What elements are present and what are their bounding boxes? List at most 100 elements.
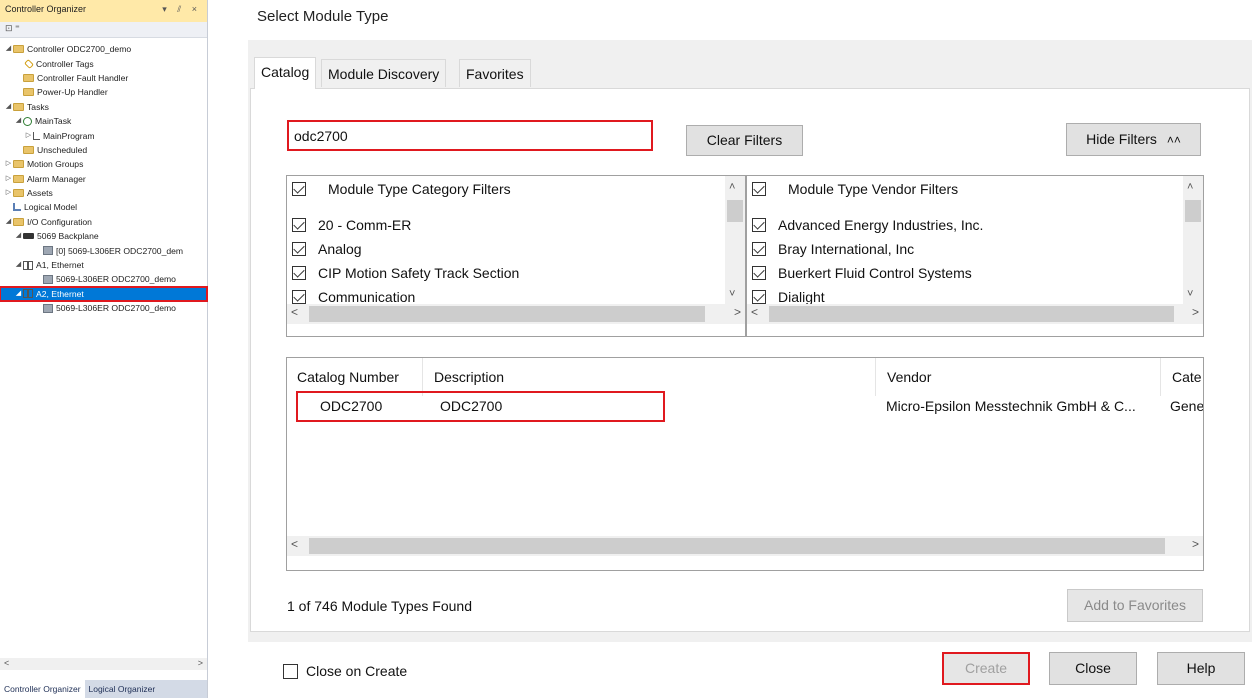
tree-node-label: Alarm Manager — [27, 173, 86, 184]
category-filter-header[interactable]: Module Type Category Filters — [292, 181, 511, 197]
tree-node[interactable]: ◢ MainTask — [0, 114, 207, 128]
tree-node[interactable]: ▷ Alarm Manager — [0, 172, 207, 186]
vendor-checkbox[interactable] — [752, 218, 766, 232]
hide-filters-label: Hide Filters — [1086, 131, 1157, 147]
tab-logical-organizer[interactable]: Logical Organizer — [85, 680, 160, 698]
scroll-down-icon[interactable]: ˅ — [1187, 288, 1193, 300]
tree-node[interactable]: 5069-L306ER ODC2700_demo — [0, 272, 207, 286]
collapse-arrow-icon[interactable]: ◢ — [14, 258, 23, 272]
close-button[interactable]: Close — [1049, 652, 1137, 685]
close-on-create-checkbox[interactable] — [283, 663, 298, 679]
scroll-thumb[interactable] — [727, 200, 743, 222]
column-header-vendor[interactable]: Vendor — [877, 358, 1161, 396]
tree-node[interactable]: ▷ MainProgram — [0, 128, 207, 142]
vendor-filter-item[interactable]: Bray International, Inc — [752, 241, 914, 257]
category-filter-item[interactable]: Communication — [292, 289, 415, 305]
tree-node[interactable]: Unscheduled — [0, 143, 207, 157]
category-checkbox[interactable] — [292, 266, 306, 280]
scroll-up-icon[interactable]: ˄ — [1187, 181, 1193, 193]
close-on-create-option[interactable]: Close on Create — [283, 663, 407, 679]
organizer-toolbar[interactable]: ⊡ ⁼ — [0, 22, 207, 38]
collapse-arrow-icon[interactable]: ◢ — [4, 42, 13, 56]
tab-controller-organizer[interactable]: Controller Organizer — [0, 680, 85, 698]
vendor-select-all-checkbox[interactable] — [752, 182, 766, 196]
category-filter-item[interactable]: 20 - Comm-ER — [292, 217, 411, 233]
column-header-category[interactable]: Cate — [1162, 358, 1203, 396]
category-checkbox[interactable] — [292, 290, 306, 304]
scroll-left-icon[interactable]: < — [751, 305, 758, 319]
tree-node[interactable]: Controller Tags — [0, 56, 207, 70]
tab-favorites[interactable]: Favorites — [459, 59, 531, 87]
scroll-down-icon[interactable]: ˅ — [729, 288, 735, 300]
vendor-filter-item[interactable]: Dialight — [752, 289, 825, 305]
tree-node[interactable]: ▷ Motion Groups — [0, 157, 207, 171]
tree-node[interactable]: ◢ A2, Ethernet — [0, 285, 208, 303]
tree-node[interactable]: ◢ I/O Configuration — [0, 215, 207, 229]
expand-arrow-icon[interactable]: ▷ — [4, 172, 13, 186]
pane-controls[interactable]: ▾ ⫽ × — [162, 4, 201, 15]
scroll-right-icon[interactable]: > — [1192, 537, 1199, 551]
mod-icon — [43, 246, 53, 256]
vendor-filter-header[interactable]: Module Type Vendor Filters — [752, 181, 958, 197]
clear-filters-button[interactable]: Clear Filters — [686, 125, 803, 156]
expand-arrow-icon[interactable]: ▷ — [4, 186, 13, 200]
category-horizontal-scrollbar[interactable]: < > — [287, 304, 745, 324]
tab-catalog[interactable]: Catalog — [254, 57, 317, 89]
scroll-up-icon[interactable]: ˄ — [729, 181, 735, 193]
collapse-arrow-icon[interactable]: ◢ — [14, 229, 23, 243]
category-checkbox[interactable] — [292, 242, 306, 256]
scroll-thumb[interactable] — [1185, 200, 1201, 222]
tree-node[interactable]: Controller Fault Handler — [0, 71, 207, 85]
category-select-all-checkbox[interactable] — [292, 182, 306, 196]
tree-node[interactable]: Power-Up Handler — [0, 85, 207, 99]
scroll-right-icon[interactable]: > — [1192, 305, 1199, 319]
help-button[interactable]: Help — [1157, 652, 1245, 685]
category-filter-item[interactable]: Analog — [292, 241, 362, 257]
result-vendor[interactable]: Micro-Epsilon Messtechnik GmbH & C... — [886, 398, 1158, 414]
module-results-table: Catalog Number Description Vendor Cate O… — [286, 357, 1204, 571]
vendor-checkbox[interactable] — [752, 242, 766, 256]
results-horizontal-scrollbar[interactable]: < > — [287, 536, 1203, 556]
scroll-thumb[interactable] — [769, 306, 1174, 322]
result-catalog-number[interactable]: ODC2700 — [320, 398, 382, 414]
tree-node[interactable]: ◢ 5069 Backplane — [0, 229, 207, 243]
create-button[interactable]: Create — [942, 652, 1030, 685]
scroll-thumb[interactable] — [309, 306, 705, 322]
vendor-filter-item[interactable]: Advanced Energy Industries, Inc. — [752, 217, 983, 233]
tree-node-label: Power-Up Handler — [37, 87, 108, 98]
collapse-arrow-icon[interactable]: ◢ — [4, 215, 13, 229]
scroll-left-icon[interactable]: < — [291, 537, 298, 551]
hide-filters-button[interactable]: Hide Filters ˄˄ — [1066, 123, 1201, 156]
category-checkbox[interactable] — [292, 218, 306, 232]
scroll-left-icon[interactable]: < — [291, 305, 298, 319]
expand-arrow-icon[interactable]: ▷ — [4, 157, 13, 171]
result-category[interactable]: Gene — [1170, 398, 1203, 414]
collapse-arrow-icon[interactable]: ◢ — [14, 114, 23, 128]
tree-node[interactable]: ◢ Controller ODC2700_demo — [0, 42, 207, 56]
category-filter-item[interactable]: CIP Motion Safety Track Section — [292, 265, 519, 281]
vendor-vertical-scrollbar[interactable]: ˄ ˅ — [1183, 176, 1203, 306]
tree-node[interactable]: 5069-L306ER ODC2700_demo — [0, 301, 207, 315]
vendor-filter-item[interactable]: Buerkert Fluid Control Systems — [752, 265, 972, 281]
vendor-checkbox[interactable] — [752, 290, 766, 304]
vendor-horizontal-scrollbar[interactable]: < > — [747, 304, 1203, 324]
scroll-right-icon[interactable]: > — [734, 305, 741, 319]
tree-node[interactable]: ◢ A1, Ethernet — [0, 258, 207, 272]
search-input[interactable]: odc2700 — [287, 120, 653, 151]
collapse-arrow-icon[interactable]: ◢ — [14, 287, 23, 301]
tree-node[interactable]: Logical Model — [0, 200, 207, 214]
expand-arrow-icon[interactable]: ▷ — [24, 129, 33, 143]
tree-node[interactable]: ▷ Assets — [0, 186, 207, 200]
collapse-arrow-icon[interactable]: ◢ — [4, 100, 13, 114]
scroll-thumb[interactable] — [309, 538, 1165, 554]
scroll-right-icon[interactable]: > — [198, 658, 203, 668]
tree-node[interactable]: [0] 5069-L306ER ODC2700_dem — [0, 243, 207, 257]
tab-module-discovery[interactable]: Module Discovery — [321, 59, 447, 87]
vendor-checkbox[interactable] — [752, 266, 766, 280]
organizer-horizontal-scrollbar[interactable]: < > — [0, 658, 207, 670]
tree-node[interactable]: ◢ Tasks — [0, 100, 207, 114]
result-description[interactable]: ODC2700 — [440, 398, 502, 414]
add-to-favorites-button[interactable]: Add to Favorites — [1067, 589, 1203, 622]
category-vertical-scrollbar[interactable]: ˄ ˅ — [725, 176, 745, 306]
scroll-left-icon[interactable]: < — [4, 658, 9, 668]
